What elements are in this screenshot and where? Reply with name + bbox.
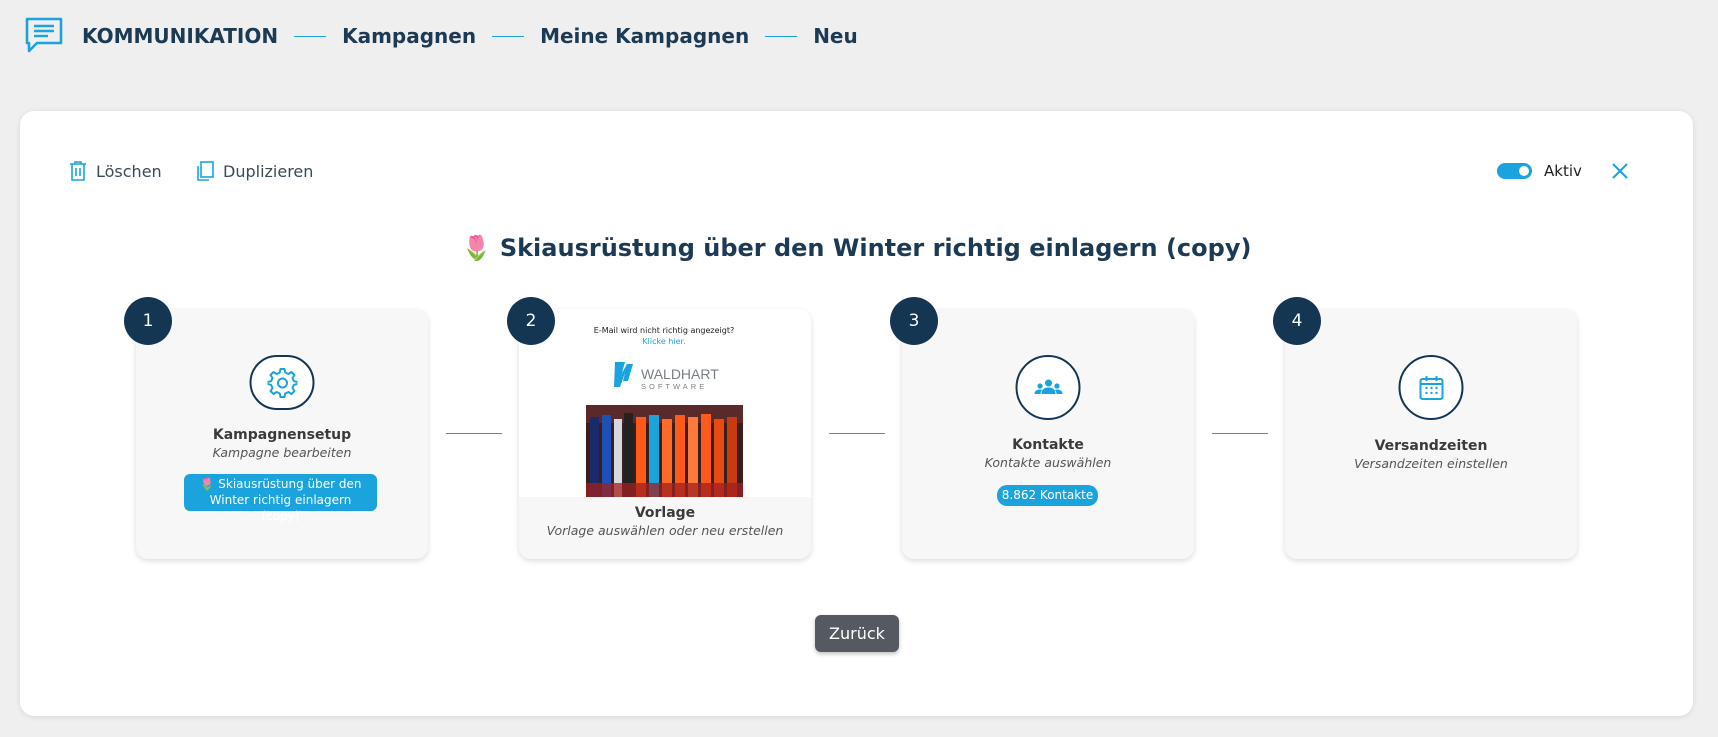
calendar-icon	[1419, 375, 1443, 400]
campaign-card: Löschen Duplizieren Aktiv 🌷 Skiausrüstun…	[20, 111, 1693, 716]
step-number: 4	[1273, 297, 1321, 345]
step-card-send-times[interactable]: Versandzeiten Versandzeiten einstellen	[1285, 309, 1577, 559]
preview-note-text: E-Mail wird nicht richtig angezeigt?	[593, 326, 735, 335]
step-subtitle: Kontakte auswählen	[984, 455, 1112, 470]
breadcrumb: KOMMUNIKATION Kampagnen Meine Kampagnen …	[24, 16, 858, 56]
breadcrumb-item-kommunikation[interactable]: KOMMUNIKATION	[82, 24, 278, 48]
step-number: 3	[890, 297, 938, 345]
contacts-icon	[1034, 379, 1062, 394]
step-title: Versandzeiten	[1374, 438, 1488, 454]
step-title: Kontakte	[1012, 437, 1084, 453]
tulip-emoji: 🌷	[461, 234, 492, 262]
breadcrumb-separator	[765, 35, 798, 37]
delete-button[interactable]: Löschen	[68, 160, 162, 182]
step-connector	[446, 433, 502, 434]
trash-icon	[70, 161, 86, 181]
breadcrumb-separator	[294, 35, 327, 37]
duplicate-label: Duplizieren	[223, 161, 314, 181]
step-subtitle: Kampagne bearbeiten	[212, 445, 352, 460]
step-title: Vorlage	[634, 505, 696, 521]
step-icon-circle	[1015, 355, 1081, 420]
preview-link[interactable]: Klicke hier.	[642, 337, 685, 346]
gear-icon	[267, 367, 297, 398]
contacts-count-badge: 8.862 Kontakte	[997, 485, 1098, 506]
step-title: Kampagnensetup	[212, 427, 352, 443]
delete-label: Löschen	[96, 161, 162, 181]
step-subtitle: Versandzeiten einstellen	[1354, 456, 1508, 471]
active-label: Aktiv	[1544, 162, 1582, 180]
step-number: 2	[507, 297, 555, 345]
step-number: 1	[124, 297, 172, 345]
breadcrumb-item-kampagnen[interactable]: Kampagnen	[342, 24, 476, 48]
breadcrumb-item-neu: Neu	[813, 24, 858, 48]
step-icon-circle	[1398, 355, 1464, 420]
logo-subtext: SOFTWARE	[641, 382, 707, 391]
breadcrumb-separator	[492, 35, 525, 37]
duplicate-button[interactable]: Duplizieren	[195, 160, 313, 182]
step-card-setup[interactable]: Kampagnensetup Kampagne bearbeiten 🌷 Ski…	[136, 309, 428, 559]
preview-note: E-Mail wird nicht richtig angezeigt? Kli…	[589, 325, 739, 347]
step-card-contacts[interactable]: Kontakte Kontakte auswählen 8.862 Kontak…	[902, 309, 1194, 559]
active-toggle[interactable]: Aktiv	[1497, 162, 1582, 180]
step-connector	[1212, 433, 1268, 434]
toggle-switch[interactable]	[1497, 163, 1532, 179]
breadcrumb-item-meine-kampagnen[interactable]: Meine Kampagnen	[540, 24, 749, 48]
step-icon-circle	[249, 355, 315, 410]
campaign-title-text: Skiausrüstung über den Winter richtig ei…	[499, 234, 1252, 262]
back-button[interactable]: Zurück	[815, 615, 899, 652]
copy-icon	[197, 161, 214, 181]
step-card-template[interactable]: E-Mail wird nicht richtig angezeigt? Kli…	[519, 309, 811, 559]
campaign-title: 🌷 Skiausrüstung über den Winter richtig …	[20, 234, 1693, 262]
campaign-name-badge: 🌷 Skiausrüstung über den Winter richtig …	[184, 474, 377, 523]
waldhart-logo: WALDHART SOFTWARE	[614, 362, 719, 391]
toggle-knob	[1519, 166, 1529, 176]
logo-text: WALDHART	[641, 366, 719, 382]
step-subtitle: Vorlage auswählen oder neu erstellen	[546, 523, 784, 538]
email-preview[interactable]: E-Mail wird nicht richtig angezeigt? Kli…	[519, 309, 811, 497]
step-connector	[829, 433, 885, 434]
close-icon[interactable]	[1609, 160, 1631, 182]
chat-icon	[25, 17, 63, 53]
ski-photo	[586, 405, 743, 497]
